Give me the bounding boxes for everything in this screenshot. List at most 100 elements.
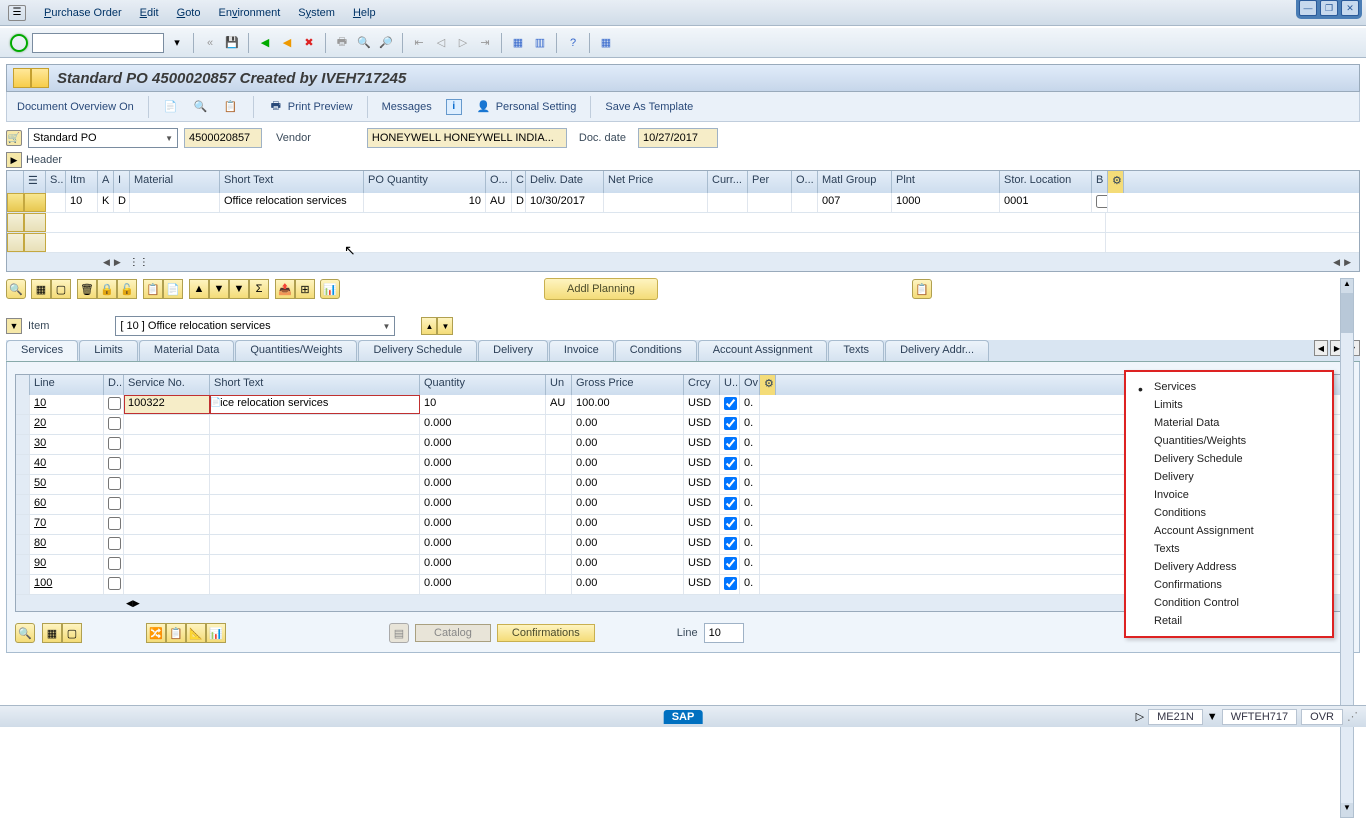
scroll-up-icon[interactable]: ▲ bbox=[1341, 279, 1353, 293]
layout-icon[interactable]: ⊞ bbox=[295, 279, 315, 299]
svc-cell-line[interactable]: 100 bbox=[30, 575, 104, 594]
cancel-icon[interactable]: ✖ bbox=[300, 34, 318, 52]
u-checkbox[interactable] bbox=[724, 397, 737, 410]
menu-item-quantities-weights[interactable]: Quantities/Weights bbox=[1126, 432, 1332, 450]
tab-delivery[interactable]: Delivery bbox=[478, 340, 548, 361]
svc-col-short[interactable]: Short Text bbox=[210, 375, 420, 395]
d-checkbox[interactable] bbox=[108, 517, 121, 530]
u-checkbox[interactable] bbox=[724, 477, 737, 490]
item-up-icon[interactable]: ▲ bbox=[421, 317, 437, 335]
d-checkbox[interactable] bbox=[108, 557, 121, 570]
command-field[interactable] bbox=[32, 33, 164, 53]
svc-cell-ov[interactable]: 0. bbox=[740, 475, 760, 494]
svc-cell-sno[interactable] bbox=[124, 435, 210, 454]
new-session-icon[interactable]: ▦ bbox=[509, 34, 527, 52]
svc-cell-u[interactable] bbox=[720, 415, 740, 434]
svc-cell-u[interactable] bbox=[720, 475, 740, 494]
minimize-button[interactable]: — bbox=[1299, 0, 1317, 16]
next-page-icon[interactable]: ▷ bbox=[454, 34, 472, 52]
svc-cell-u[interactable] bbox=[720, 575, 740, 594]
col-o2[interactable]: O... bbox=[792, 171, 818, 193]
sort-desc-icon[interactable]: ▼ bbox=[209, 279, 229, 299]
line-field[interactable]: 10 bbox=[704, 623, 744, 643]
svc-cell-sno[interactable] bbox=[124, 455, 210, 474]
addl-planning-button[interactable]: Addl Planning bbox=[544, 278, 658, 300]
cell-matl[interactable]: 007 bbox=[818, 193, 892, 212]
svc-cell-d[interactable] bbox=[104, 415, 124, 434]
item-collapse-icon[interactable]: ▼ bbox=[6, 318, 22, 334]
svc-row-selector[interactable] bbox=[16, 435, 30, 454]
tab-limits[interactable]: Limits bbox=[79, 340, 138, 361]
paste-icon[interactable]: 📄 bbox=[163, 279, 183, 299]
svc-cell-qty[interactable]: 0.000 bbox=[420, 495, 546, 514]
svc-cell-qty[interactable]: 0.000 bbox=[420, 435, 546, 454]
svc-detail-icon[interactable]: 🔍 bbox=[15, 623, 35, 643]
save-template-button[interactable]: Save As Template bbox=[605, 101, 693, 113]
hold-icon[interactable]: 📋 bbox=[223, 99, 239, 115]
menu-edit[interactable]: Edit bbox=[140, 7, 159, 19]
col-plnt[interactable]: Plnt bbox=[892, 171, 1000, 193]
table-row[interactable]: 10 K D Office relocation services 10 AU … bbox=[7, 193, 1359, 213]
doc-overview-button[interactable]: Document Overview On bbox=[17, 101, 134, 113]
cell-a[interactable]: K bbox=[98, 193, 114, 212]
svc-col-d[interactable]: D.. bbox=[104, 375, 124, 395]
u-checkbox[interactable] bbox=[724, 517, 737, 530]
svc-cell-short[interactable] bbox=[210, 495, 420, 514]
col-settings-icon[interactable]: ⚙ bbox=[1108, 171, 1124, 193]
svc-cell-d[interactable] bbox=[104, 475, 124, 494]
po-number-field[interactable]: 4500020857 bbox=[184, 128, 262, 148]
svc-cell-line[interactable]: 50 bbox=[30, 475, 104, 494]
cell-s[interactable] bbox=[46, 193, 66, 212]
svc-col-un[interactable]: Un bbox=[546, 375, 572, 395]
menu-item-invoice[interactable]: Invoice bbox=[1126, 486, 1332, 504]
svc-cell-u[interactable] bbox=[720, 535, 740, 554]
svc-cell-un[interactable] bbox=[546, 495, 572, 514]
menu-item-services[interactable]: Services bbox=[1126, 378, 1332, 396]
row-status[interactable] bbox=[24, 193, 46, 212]
status-grip-icon[interactable]: ⋰ bbox=[1347, 710, 1358, 723]
svc-cell-short[interactable] bbox=[210, 575, 420, 594]
deselect-all-icon[interactable]: ▢ bbox=[51, 279, 71, 299]
menu-item-delivery-schedule[interactable]: Delivery Schedule bbox=[1126, 450, 1332, 468]
col-short-text[interactable]: Short Text bbox=[220, 171, 364, 193]
find-next-icon[interactable]: 🔎 bbox=[377, 34, 395, 52]
menu-item-delivery[interactable]: Delivery bbox=[1126, 468, 1332, 486]
svc-cell-gp[interactable]: 0.00 bbox=[572, 455, 684, 474]
menu-goto[interactable]: Goto bbox=[177, 7, 201, 19]
cell-stor[interactable]: 0001 bbox=[1000, 193, 1092, 212]
messages-button[interactable]: Messages bbox=[382, 101, 432, 113]
scroll-left-icon[interactable]: ◀ bbox=[103, 257, 110, 268]
enter-icon[interactable] bbox=[10, 34, 28, 52]
svc-cell-qty[interactable]: 0.000 bbox=[420, 535, 546, 554]
svc-cell-u[interactable] bbox=[720, 495, 740, 514]
unlock-icon[interactable]: 🔓 bbox=[117, 279, 137, 299]
svc-col-qty[interactable]: Quantity bbox=[420, 375, 546, 395]
svc-cell-line[interactable]: 60 bbox=[30, 495, 104, 514]
svc-cell-crcy[interactable]: USD bbox=[684, 495, 720, 514]
tab-conditions[interactable]: Conditions bbox=[615, 340, 697, 361]
svc-cell-un[interactable] bbox=[546, 415, 572, 434]
svc-cell-qty[interactable]: 0.000 bbox=[420, 555, 546, 574]
svc-cell-u[interactable] bbox=[720, 395, 740, 414]
cell-o2[interactable] bbox=[792, 193, 818, 212]
d-checkbox[interactable] bbox=[108, 477, 121, 490]
svc-cell-crcy[interactable]: USD bbox=[684, 395, 720, 414]
menu-item-conditions[interactable]: Conditions bbox=[1126, 504, 1332, 522]
menu-help[interactable]: Help bbox=[353, 7, 376, 19]
svc-row-selector[interactable] bbox=[16, 535, 30, 554]
col-per[interactable]: Per bbox=[748, 171, 792, 193]
svc-scroll-left-icon[interactable]: ◀ bbox=[126, 598, 133, 609]
grid-scrollbar[interactable]: ◀ ▶ ⋮⋮ ◀▶ bbox=[7, 253, 1359, 271]
item-down-icon[interactable]: ▼ bbox=[437, 317, 453, 335]
svc-cell-un[interactable] bbox=[546, 535, 572, 554]
scroll-down-icon[interactable]: ▼ bbox=[1341, 803, 1353, 817]
header-expand-icon[interactable]: ▶ bbox=[6, 152, 22, 168]
svc-scroll-right-icon[interactable]: ▶ bbox=[133, 598, 140, 609]
svc-cell-crcy[interactable]: USD bbox=[684, 535, 720, 554]
svc-cell-ov[interactable]: 0. bbox=[740, 395, 760, 414]
menu-item-delivery-address[interactable]: Delivery Address bbox=[1126, 558, 1332, 576]
d-checkbox[interactable] bbox=[108, 537, 121, 550]
menu-environment[interactable]: Environment bbox=[218, 7, 280, 19]
svc-cell-short[interactable] bbox=[210, 515, 420, 534]
svc-cell-u[interactable] bbox=[720, 455, 740, 474]
